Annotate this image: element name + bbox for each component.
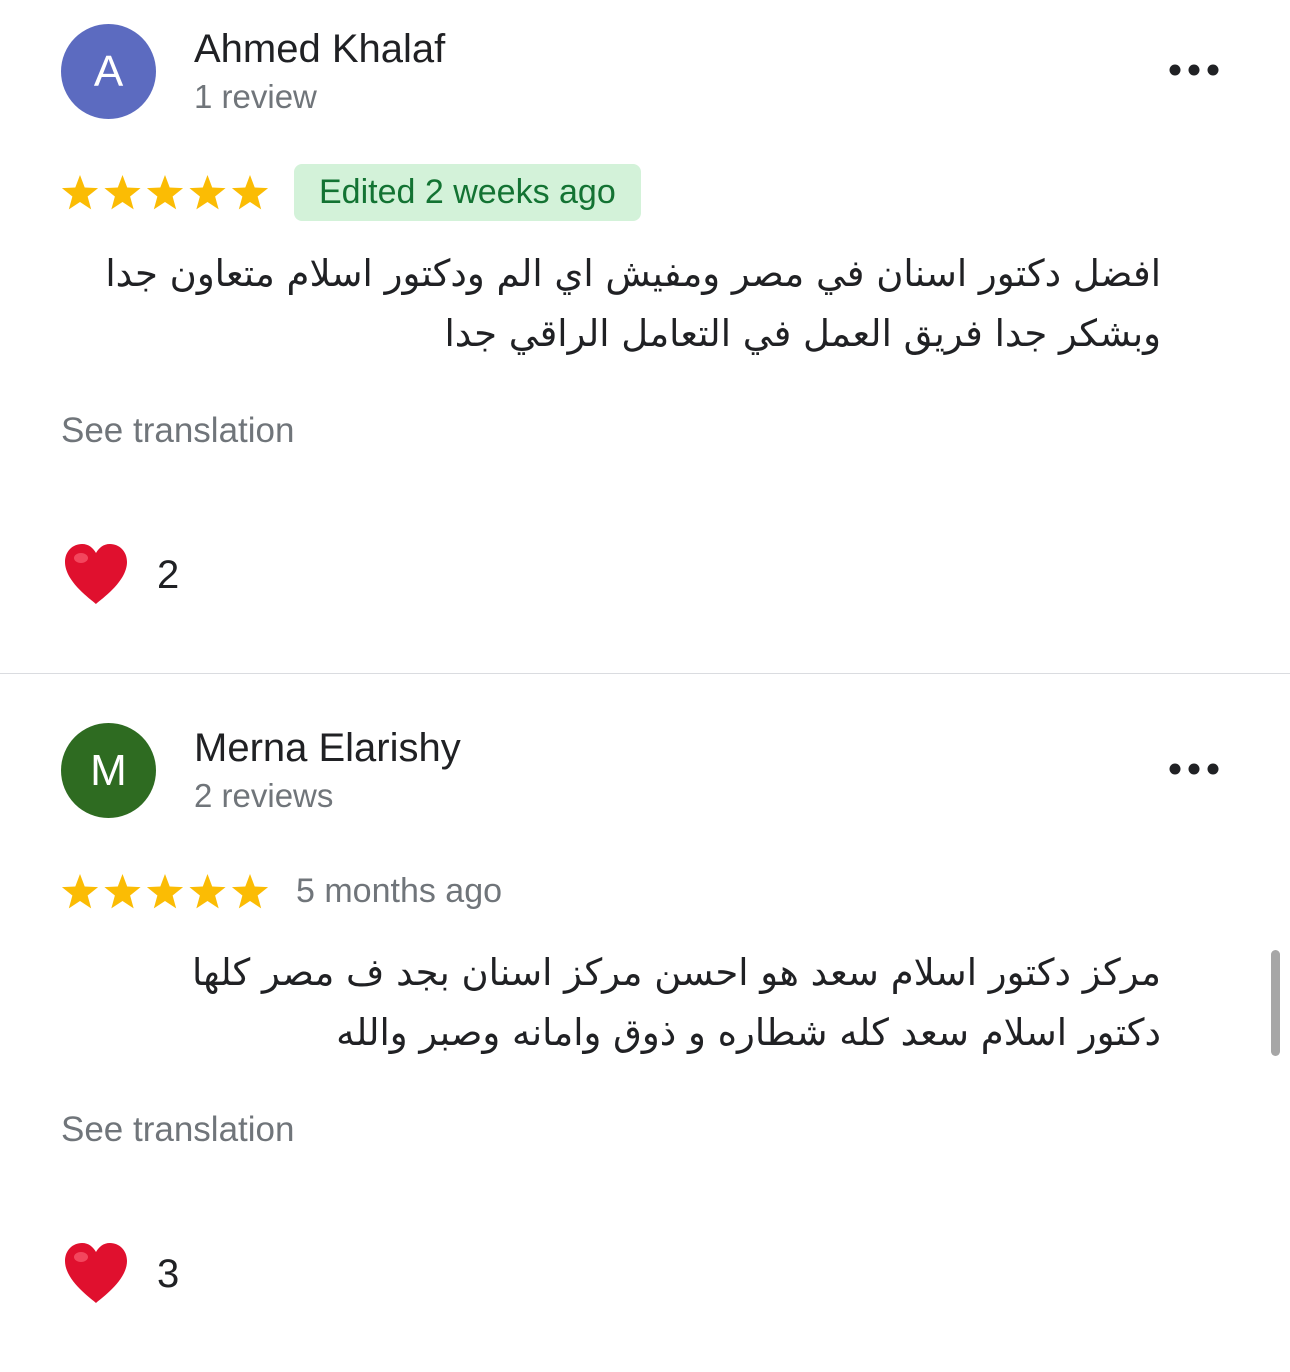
reaction-count: 3	[157, 1252, 180, 1296]
more-horizontal-icon	[1169, 763, 1219, 775]
more-options-button[interactable]	[1160, 747, 1228, 791]
more-horizontal-icon	[1169, 64, 1219, 76]
review-card: M Merna Elarishy 2 reviews 5 months ago …	[0, 699, 1290, 1372]
review-text-line: افضل دكتور اسنان في مصر ومفيش اي الم ودك…	[105, 252, 1161, 295]
author-review-count: 1 review	[194, 78, 317, 115]
review-divider	[0, 673, 1290, 674]
author-name[interactable]: Merna Elarishy	[194, 725, 461, 771]
scrollbar-thumb[interactable]	[1271, 950, 1280, 1056]
star-rating	[61, 170, 269, 216]
star-icon	[146, 175, 184, 210]
star-icon	[61, 175, 99, 210]
star-icon	[104, 874, 141, 909]
star-rating-stars	[61, 175, 269, 210]
like-reaction-button[interactable]: 2	[61, 540, 221, 610]
star-icon	[231, 175, 269, 210]
see-translation-link[interactable]: See translation	[61, 1109, 294, 1151]
heart-icon	[65, 1243, 127, 1303]
review-text-line: مركز دكتور اسلام سعد هو احسن مركز اسنان …	[192, 951, 1161, 994]
review-text: افضل دكتور اسنان في مصر ومفيش اي الم ودك…	[61, 244, 1161, 364]
review-text: مركز دكتور اسلام سعد هو احسن مركز اسنان …	[61, 943, 1161, 1063]
author-review-count: 2 reviews	[194, 777, 334, 814]
see-translation-link[interactable]: See translation	[61, 410, 294, 452]
star-icon	[231, 874, 269, 909]
reaction-count: 2	[157, 553, 180, 597]
edited-date-badge: Edited 2 weeks ago	[294, 164, 641, 221]
review-text-line: دكتور اسلام سعد كله شطاره و ذوق وامانه و…	[336, 1011, 1161, 1054]
avatar[interactable]: A	[61, 24, 156, 119]
more-options-button[interactable]	[1160, 48, 1228, 92]
avatar[interactable]: M	[61, 723, 156, 818]
star-icon	[104, 175, 141, 210]
star-rating	[61, 869, 269, 915]
review-text-line: وبشكر جدا فريق العمل في التعامل الراقي ج…	[444, 312, 1161, 355]
like-reaction-button[interactable]: 3	[61, 1239, 221, 1309]
star-icon	[189, 874, 226, 909]
star-icon	[189, 175, 226, 210]
review-card: A Ahmed Khalaf 1 review Edited 2 weeks a…	[0, 0, 1290, 674]
heart-icon	[65, 544, 127, 604]
star-icon	[61, 874, 99, 909]
author-name[interactable]: Ahmed Khalaf	[194, 26, 445, 72]
star-icon	[146, 874, 184, 909]
review-date: 5 months ago	[296, 872, 503, 910]
star-rating-stars	[61, 874, 269, 909]
